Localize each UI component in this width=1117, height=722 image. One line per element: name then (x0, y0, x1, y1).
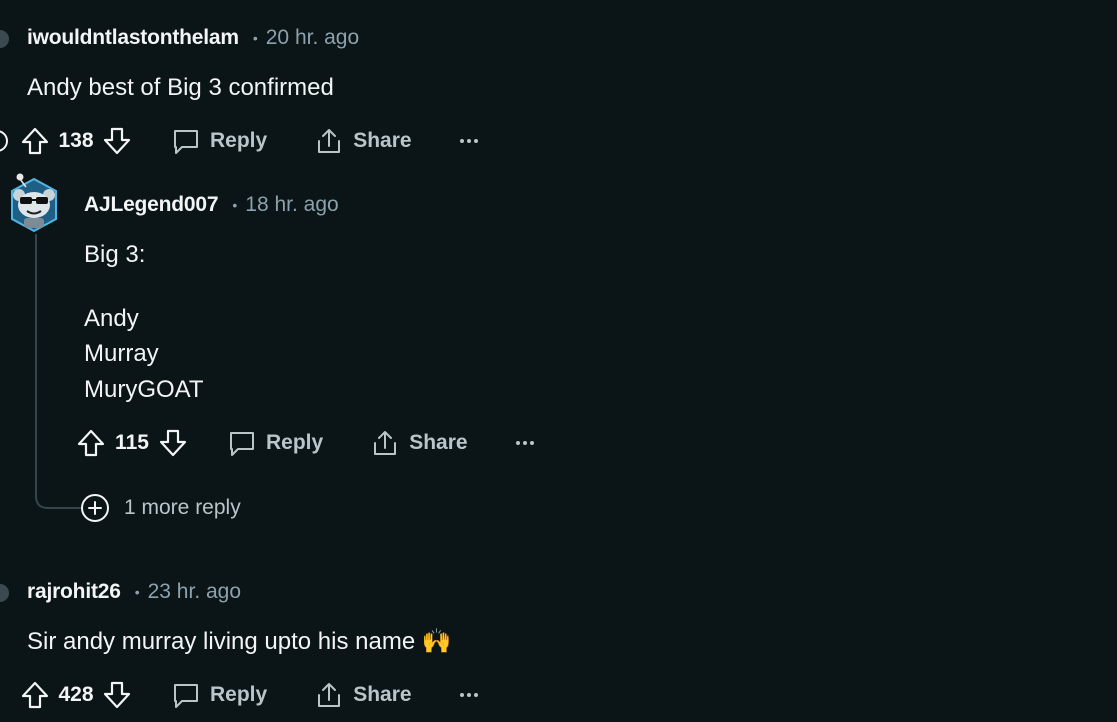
share-label: Share (353, 683, 412, 706)
snoo-avatar-icon (11, 173, 57, 233)
share-label: Share (353, 129, 412, 152)
comment-body-text: Sir andy murray living upto his name (27, 628, 416, 655)
reply-label: Reply (210, 129, 268, 152)
comment-header: iwouldntlastonthelam • 20 hr. ago (27, 23, 359, 53)
share-button[interactable]: Share (315, 681, 412, 709)
comment-body-line: Big 3: (84, 241, 146, 268)
more-options-button[interactable] (452, 678, 486, 712)
upvote-button[interactable] (18, 124, 52, 158)
upvote-icon (77, 429, 105, 457)
comment-header: AJLegend007 • 18 hr. ago (84, 190, 339, 220)
username[interactable]: rajrohit26 (27, 580, 121, 604)
vote-count: 115 (115, 431, 149, 454)
upvote-icon (21, 681, 49, 709)
upvote-button[interactable] (74, 426, 108, 460)
more-options-button[interactable] (452, 124, 486, 158)
more-options-button[interactable] (508, 426, 542, 460)
separator-dot: • (232, 197, 238, 213)
separator-dot: • (134, 584, 140, 600)
username[interactable]: iwouldntlastonthelam (27, 26, 239, 50)
comment-actions: 115 Reply Share (74, 423, 542, 463)
avatar[interactable] (0, 578, 10, 608)
vote-count: 138 (58, 129, 94, 152)
timestamp[interactable]: 23 hr. ago (148, 580, 241, 604)
reply-label: Reply (210, 683, 268, 706)
upvote-icon (21, 127, 49, 155)
more-replies-label: 1 more reply (124, 496, 241, 519)
comment-body: Sir andy murray living upto his name 🙌 (27, 624, 452, 659)
downvote-button[interactable] (100, 678, 134, 712)
more-dots-icon (459, 693, 478, 697)
timestamp[interactable]: 18 hr. ago (245, 193, 338, 217)
collapse-icon[interactable] (0, 128, 10, 154)
comment-actions: 428 Reply Share (18, 675, 486, 715)
vote-count: 428 (58, 683, 94, 706)
username[interactable]: AJLegend007 (84, 193, 219, 217)
downvote-button[interactable] (156, 426, 190, 460)
reply-label: Reply (266, 431, 324, 454)
avatar[interactable] (0, 24, 10, 54)
share-label: Share (409, 431, 468, 454)
reply-bubble-icon (230, 432, 254, 456)
comment-body: Andy best of Big 3 confirmed (27, 74, 334, 101)
downvote-icon (103, 681, 131, 709)
share-icon (374, 431, 397, 455)
share-button[interactable]: Share (371, 429, 468, 457)
downvote-icon (159, 429, 187, 457)
upvote-button[interactable] (18, 678, 52, 712)
reply-button[interactable]: Reply (172, 127, 267, 155)
reply-bubble-icon (174, 684, 198, 708)
comment-body-line: Murray (84, 340, 159, 367)
timestamp[interactable]: 20 hr. ago (266, 26, 359, 50)
share-icon (318, 683, 341, 707)
more-dots-icon (459, 139, 478, 143)
downvote-button[interactable] (100, 124, 134, 158)
more-replies-button[interactable]: 1 more reply (80, 493, 241, 523)
comment-header: rajrohit26 • 23 hr. ago (27, 577, 241, 607)
more-dots-icon (515, 441, 534, 445)
reply-button[interactable]: Reply (228, 429, 323, 457)
reply-button[interactable]: Reply (172, 681, 267, 709)
plus-circle-icon (81, 494, 109, 522)
thread-line (35, 234, 37, 496)
comment-body-line: MuryGOAT (84, 376, 204, 403)
share-button[interactable]: Share (315, 127, 412, 155)
comment-thread: iwouldntlastonthelam • 20 hr. ago Andy b… (0, 0, 1117, 722)
downvote-icon (103, 127, 131, 155)
raised-hands-emoji: 🙌 (421, 628, 452, 655)
comment-body-line: Andy (84, 305, 139, 332)
avatar[interactable] (8, 173, 60, 233)
thread-line-curve (35, 480, 85, 509)
share-icon (318, 129, 341, 153)
comment-actions: 138 Reply Share (18, 121, 486, 161)
separator-dot: • (252, 30, 258, 46)
reply-bubble-icon (174, 130, 198, 154)
